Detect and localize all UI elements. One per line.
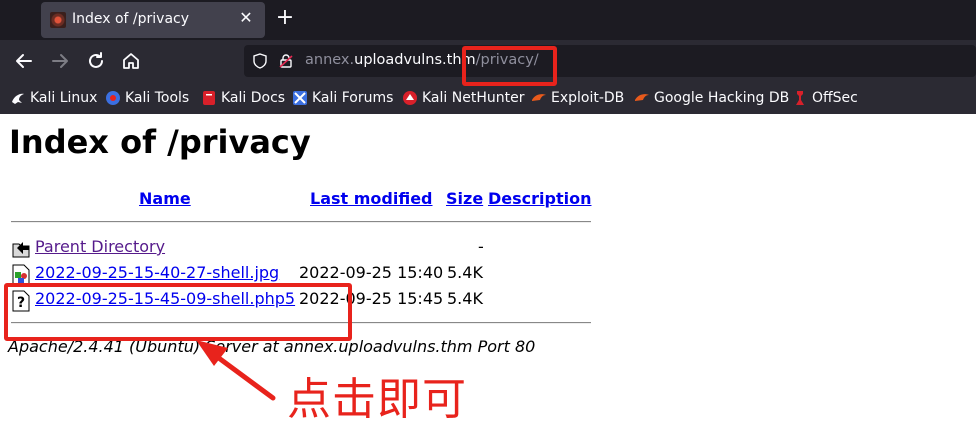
page-content: Index of /privacy Name Last modified Siz…	[0, 114, 976, 433]
arrow-left-icon[interactable]	[12, 49, 36, 73]
bookmark-offsec[interactable]: OffSec	[792, 88, 858, 108]
table-row: Parent Directory -	[0, 236, 600, 260]
kali-dragon-icon	[12, 93, 24, 104]
row-name[interactable]: Parent Directory	[35, 237, 165, 256]
row-date: 2022-09-25 15:40	[299, 263, 444, 282]
column-header-last-modified[interactable]: Last modified	[310, 189, 433, 208]
ghdb-icon	[635, 94, 649, 101]
bookmark-label: Kali Docs	[221, 90, 286, 106]
file-highlight	[4, 283, 352, 341]
annotation-text: 点击即可	[287, 374, 467, 425]
sort-by-size-link[interactable]: Size	[446, 189, 483, 208]
bookmark-label: Google Hacking DB	[654, 90, 790, 106]
column-header-description[interactable]: Description	[488, 189, 591, 208]
row-name[interactable]: 2022-09-25-15-40-27-shell.jpg	[35, 263, 279, 282]
parent-directory-link[interactable]: Parent Directory	[35, 237, 165, 256]
bookmark-kali-linux[interactable]: Kali Linux	[10, 88, 97, 108]
bookmark-label: Kali Forums	[312, 90, 394, 106]
url-host: uploadvulns.thm	[354, 52, 476, 68]
row-size: 5.4K	[447, 289, 483, 308]
header-divider	[11, 221, 591, 223]
tab-title: Index of /privacy	[72, 11, 190, 27]
bookmark-label: OffSec	[812, 90, 858, 106]
column-header-size[interactable]: Size	[446, 189, 483, 208]
bookmark-kali-docs[interactable]: Kali Docs	[201, 88, 285, 108]
bookmark-kali-tools[interactable]: Kali Tools	[105, 88, 189, 108]
page-title: Index of /privacy	[9, 123, 311, 161]
url-path-highlight	[462, 46, 557, 86]
bookmarks-bar: Kali Linux Kali Tools Kali Docs Kali For…	[0, 82, 976, 114]
sort-by-description-link[interactable]: Description	[488, 189, 591, 208]
url-subdomain: annex.	[305, 52, 355, 68]
column-header-name[interactable]: Name	[139, 189, 191, 208]
home-icon[interactable]	[119, 49, 143, 73]
bookmark-label: Exploit-DB	[551, 90, 625, 106]
bookmark-kali-forums[interactable]: Kali Forums	[292, 88, 393, 108]
sort-by-last-modified-link[interactable]: Last modified	[310, 189, 433, 208]
arrow-right-icon[interactable]	[48, 49, 72, 73]
bookmark-exploit-db[interactable]: Exploit-DB	[531, 88, 624, 108]
kali-tools-icon	[106, 91, 120, 105]
favicon-icon	[50, 12, 66, 28]
bookmark-label: Kali NetHunter	[422, 90, 525, 106]
bookmark-label: Kali Tools	[125, 90, 190, 106]
lock-icon[interactable]	[278, 53, 294, 69]
back-folder-icon	[12, 242, 30, 258]
sort-by-name-link[interactable]: Name	[139, 189, 191, 208]
exploit-db-icon	[532, 94, 546, 101]
close-tab-icon[interactable]: ✕	[237, 9, 255, 27]
bookmark-kali-nethunter[interactable]: Kali NetHunter	[402, 88, 524, 108]
kali-docs-icon	[203, 91, 215, 105]
shield-icon[interactable]	[252, 53, 268, 69]
row-size: 5.4K	[447, 263, 483, 282]
bookmark-label: Kali Linux	[30, 90, 98, 106]
kali-forums-icon	[293, 91, 307, 105]
tab-index-privacy[interactable]: Index of /privacy ✕	[41, 2, 265, 38]
nethunter-icon	[403, 91, 417, 105]
reload-icon[interactable]	[84, 49, 108, 73]
file-link[interactable]: 2022-09-25-15-40-27-shell.jpg	[35, 263, 279, 282]
offsec-icon	[796, 91, 804, 105]
new-tab-button[interactable]: +	[274, 7, 296, 29]
row-size: -	[478, 237, 484, 256]
tab-strip: Index of /privacy ✕ +	[0, 0, 976, 40]
bookmark-google-hacking-db[interactable]: Google Hacking DB	[634, 88, 789, 108]
url-bar[interactable]: annex.uploadvulns.thm/privacy/	[244, 45, 976, 77]
